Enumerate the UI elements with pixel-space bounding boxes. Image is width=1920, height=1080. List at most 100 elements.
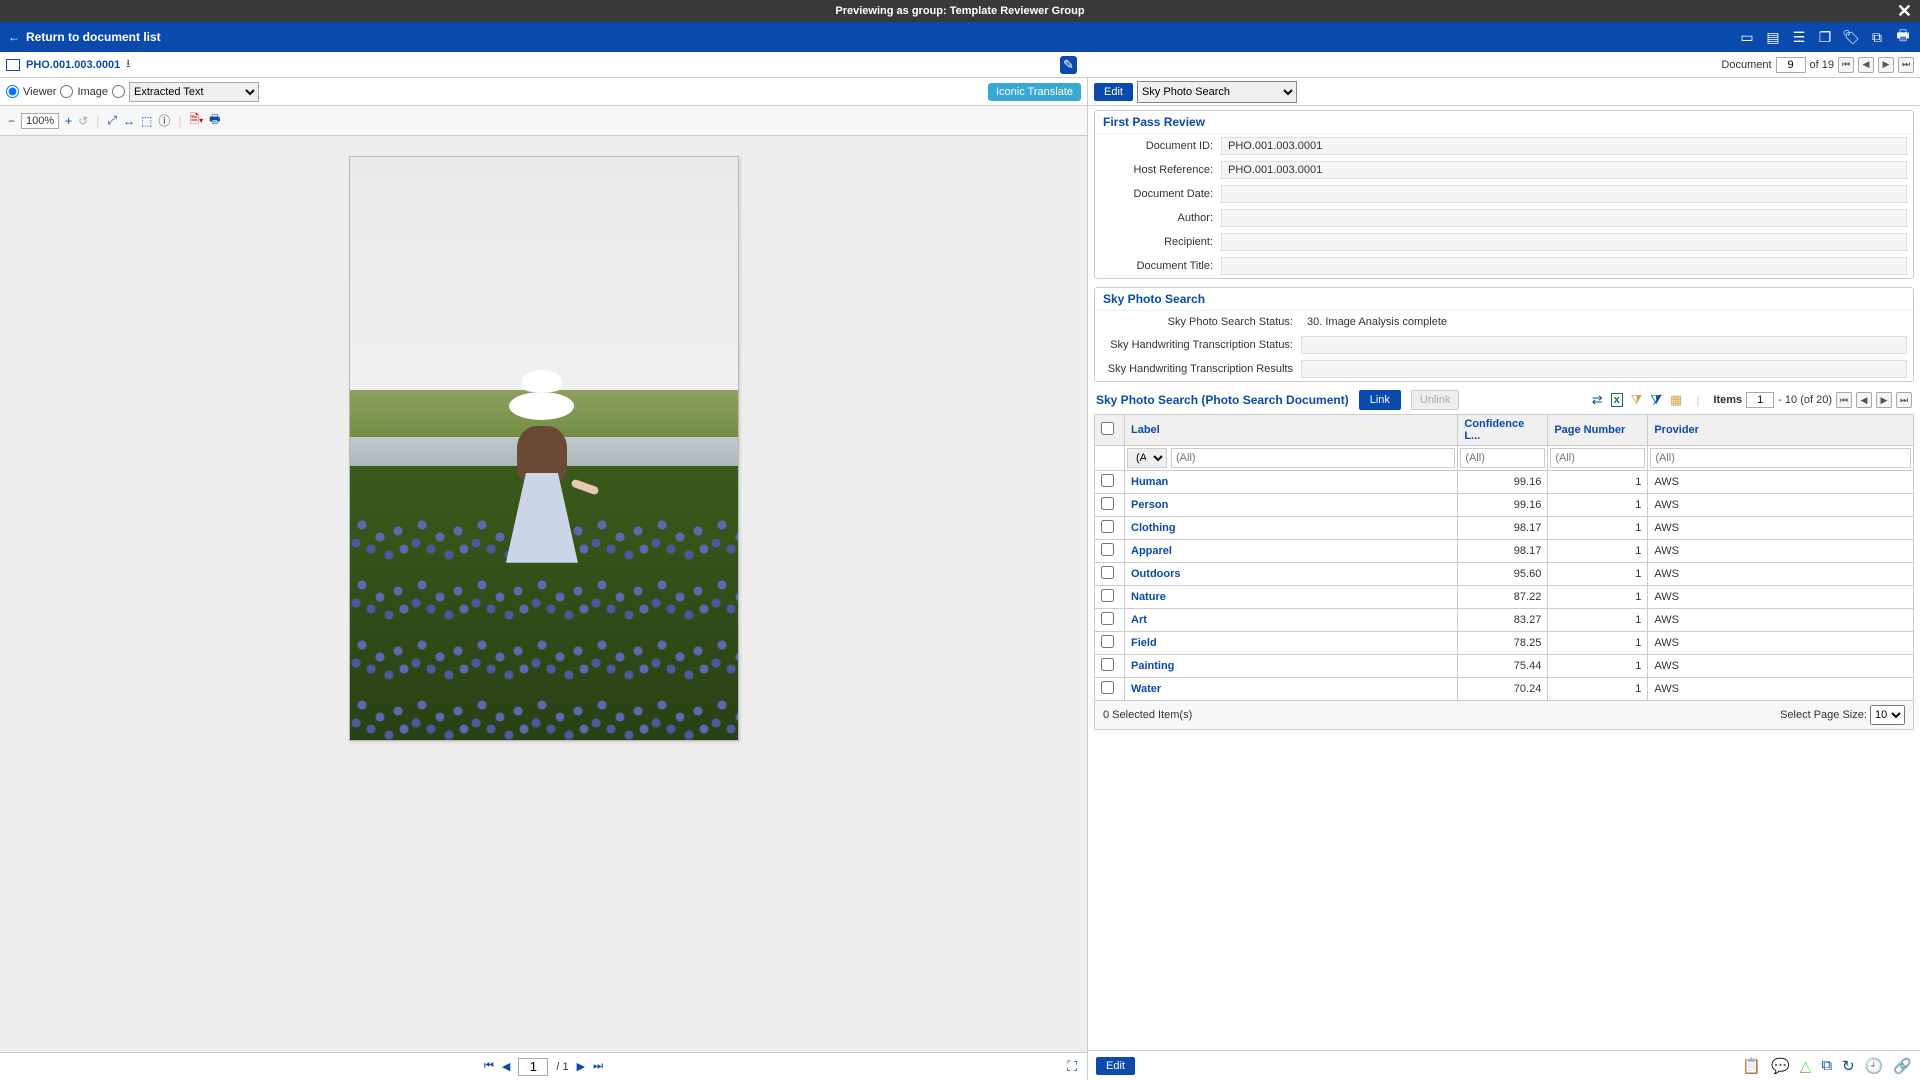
table-row[interactable]: Art83.271AWS: [1095, 609, 1914, 632]
row-checkbox[interactable]: [1101, 635, 1114, 648]
chat-icon[interactable]: 💬: [1771, 1057, 1790, 1075]
page-next-icon[interactable]: ▶: [577, 1060, 585, 1073]
history-icon[interactable]: 🕘: [1865, 1057, 1884, 1075]
row-label[interactable]: Painting: [1125, 655, 1458, 678]
filter-icon[interactable]: ⧩: [1631, 392, 1643, 408]
items-first-icon[interactable]: ⏮: [1836, 392, 1852, 408]
page-last-icon[interactable]: ⏭: [593, 1060, 603, 1073]
link-chain-icon[interactable]: 🔗: [1893, 1057, 1912, 1075]
header-provider[interactable]: Provider: [1648, 415, 1914, 446]
table-row[interactable]: Nature87.221AWS: [1095, 586, 1914, 609]
filter-provider-input[interactable]: [1650, 448, 1911, 468]
table-row[interactable]: Field78.251AWS: [1095, 632, 1914, 655]
row-checkbox[interactable]: [1101, 658, 1114, 671]
row-checkbox[interactable]: [1101, 497, 1114, 510]
items-next-icon[interactable]: ▶: [1876, 392, 1892, 408]
row-checkbox[interactable]: [1101, 566, 1114, 579]
row-label[interactable]: Apparel: [1125, 540, 1458, 563]
row-checkbox[interactable]: [1101, 589, 1114, 602]
header-confidence[interactable]: Confidence L...: [1458, 415, 1548, 446]
header-badge-icon[interactable]: ✎: [1060, 56, 1077, 74]
table-row[interactable]: Clothing98.171AWS: [1095, 517, 1914, 540]
row-label[interactable]: Nature: [1125, 586, 1458, 609]
image-radio[interactable]: [60, 85, 73, 98]
iconic-translate-button[interactable]: Iconic Translate: [988, 83, 1081, 101]
print-icon[interactable]: 🖶: [1894, 29, 1912, 45]
nav-prev-icon[interactable]: ◀: [1858, 57, 1874, 73]
viewer-radio[interactable]: [6, 85, 19, 98]
table-row[interactable]: Painting75.441AWS: [1095, 655, 1914, 678]
row-label[interactable]: Human: [1125, 471, 1458, 494]
table-row[interactable]: Person99.161AWS: [1095, 494, 1914, 517]
card-icon[interactable]: ▭: [1738, 29, 1756, 45]
row-label[interactable]: Person: [1125, 494, 1458, 517]
table-row[interactable]: Outdoors95.601AWS: [1095, 563, 1914, 586]
nav-first-icon[interactable]: ⏮: [1838, 57, 1854, 73]
items-from-input[interactable]: [1746, 392, 1774, 408]
download-icon[interactable]: ⭳: [126, 55, 130, 74]
image-radio-group[interactable]: Image: [60, 85, 108, 98]
return-link[interactable]: ← Return to document list: [8, 30, 161, 44]
nav-last-icon[interactable]: ⏭: [1898, 57, 1914, 73]
fit-width-icon[interactable]: ↔: [123, 114, 135, 128]
table-row[interactable]: Water70.241AWS: [1095, 678, 1914, 701]
row-label[interactable]: Water: [1125, 678, 1458, 701]
page-size-select[interactable]: 10: [1870, 705, 1905, 725]
items-prev-icon[interactable]: ◀: [1856, 392, 1872, 408]
fit-screen-icon[interactable]: ⤢: [107, 113, 117, 128]
filter-label-input[interactable]: [1171, 448, 1455, 468]
clear-filter-icon[interactable]: ⧩̸: [1650, 392, 1662, 408]
doc-number-input[interactable]: [1776, 57, 1806, 73]
row-label[interactable]: Art: [1125, 609, 1458, 632]
page-input[interactable]: [518, 1058, 548, 1076]
image-viewer-area[interactable]: [0, 136, 1087, 1052]
filter-conf-input[interactable]: [1460, 448, 1545, 468]
zoom-out-icon[interactable]: −: [8, 114, 15, 128]
items-last-icon[interactable]: ⏭: [1896, 392, 1912, 408]
excel-icon[interactable]: x: [1611, 393, 1623, 407]
header-page[interactable]: Page Number: [1548, 415, 1648, 446]
grid-icon[interactable]: ▦: [1670, 392, 1682, 408]
row-label[interactable]: Clothing: [1125, 517, 1458, 540]
page-prev-icon[interactable]: ◀: [502, 1060, 510, 1073]
table-row[interactable]: Apparel98.171AWS: [1095, 540, 1914, 563]
row-checkbox[interactable]: [1101, 612, 1114, 625]
nav-next-icon[interactable]: ▶: [1878, 57, 1894, 73]
row-checkbox[interactable]: [1101, 543, 1114, 556]
swap-icon[interactable]: ⇄: [1592, 392, 1603, 408]
filter-label-select1[interactable]: (All): [1127, 448, 1167, 468]
filter-page-input[interactable]: [1550, 448, 1645, 468]
triangle-icon[interactable]: △: [1800, 1057, 1812, 1075]
undo-icon[interactable]: ↺: [78, 114, 88, 128]
list-icon[interactable]: ☰: [1790, 29, 1808, 45]
duplicate-icon[interactable]: ⧉: [1821, 1057, 1832, 1075]
copy-icon[interactable]: ❐: [1816, 29, 1834, 45]
fit-page-icon[interactable]: ⬚: [141, 114, 152, 128]
extract-radio[interactable]: [112, 85, 125, 98]
print-viewer-icon[interactable]: 🖶: [209, 110, 220, 131]
table-row[interactable]: Human99.161AWS: [1095, 471, 1914, 494]
tag-icon[interactable]: 🏷: [1842, 29, 1860, 45]
pdf-icon[interactable]: 🗎▾: [189, 110, 203, 131]
viewer-radio-group[interactable]: Viewer: [6, 85, 56, 98]
zoom-in-icon[interactable]: +: [65, 114, 72, 128]
row-checkbox[interactable]: [1101, 681, 1114, 694]
select-all-checkbox[interactable]: [1101, 422, 1114, 435]
extract-select[interactable]: Extracted Text: [129, 82, 259, 102]
expand-icon[interactable]: ⛶: [1067, 1058, 1077, 1075]
row-checkbox[interactable]: [1101, 520, 1114, 533]
row-checkbox[interactable]: [1101, 474, 1114, 487]
close-icon[interactable]: ✕: [1897, 0, 1912, 22]
clipboard-icon[interactable]: 📋: [1742, 1057, 1761, 1075]
info-icon[interactable]: ⓘ: [158, 112, 170, 129]
refresh-icon[interactable]: ↻: [1842, 1057, 1855, 1075]
header-checkbox-col[interactable]: [1095, 415, 1125, 446]
stack-icon[interactable]: ▤: [1764, 29, 1782, 45]
row-label[interactable]: Outdoors: [1125, 563, 1458, 586]
row-label[interactable]: Field: [1125, 632, 1458, 655]
edit-top-button[interactable]: Edit: [1094, 83, 1133, 101]
header-label[interactable]: Label: [1125, 415, 1458, 446]
link-button[interactable]: Link: [1359, 390, 1401, 410]
edit-bottom-button[interactable]: Edit: [1096, 1057, 1135, 1075]
page-first-icon[interactable]: ⏮: [484, 1060, 494, 1073]
